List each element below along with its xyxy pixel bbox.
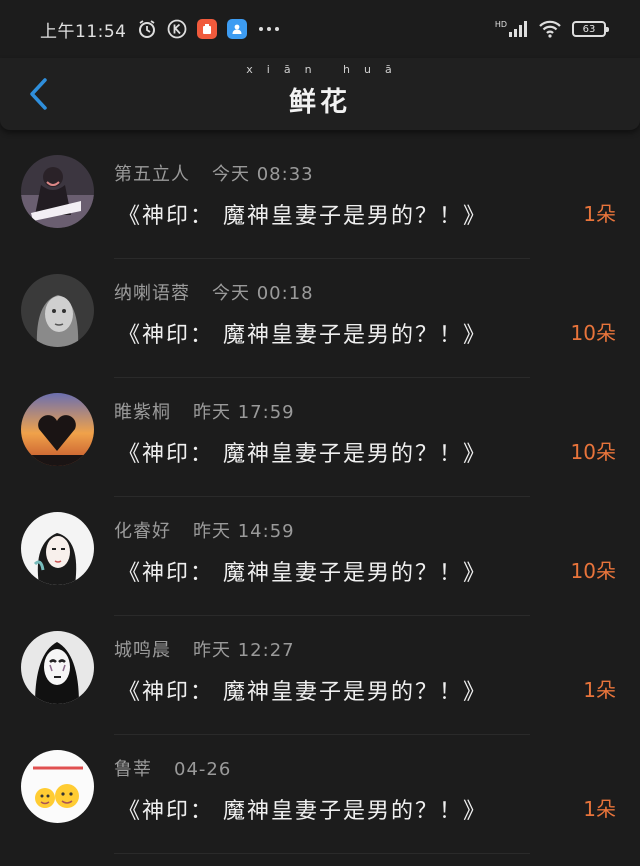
status-bar: 上午11:54 HD 63 [0, 0, 640, 58]
timestamp: 昨天 14:59 [193, 521, 295, 542]
list-item[interactable]: 城鸣晨 昨天 12:27 《神印： 魔神皇妻子是男的？！》 1朵 [0, 616, 640, 735]
flower-count: 10朵 [570, 440, 616, 464]
divider [114, 853, 530, 854]
top-app-bar: xiān huā 鲜花 [0, 58, 640, 130]
flower-count: 10朵 [570, 321, 616, 345]
avatar[interactable] [21, 631, 94, 704]
flower-count: 10朵 [570, 559, 616, 583]
network-label: HD [494, 20, 507, 29]
gift-record-list: 第五立人 今天 08:33 《神印： 魔神皇妻子是男的？！》 1朵 纳喇语蓉 今天 … [0, 140, 640, 854]
avatar[interactable] [21, 750, 94, 823]
wifi-icon [538, 20, 562, 38]
sender-name[interactable]: 化睿好 [114, 521, 171, 542]
list-item[interactable]: 纳喇语蓉 今天 00:18 《神印： 魔神皇妻子是男的？！》 10朵 [0, 259, 640, 378]
list-item[interactable]: 第五立人 今天 08:33 《神印： 魔神皇妻子是男的？！》 1朵 [0, 140, 640, 259]
sender-name[interactable]: 鲁莘 [114, 759, 152, 780]
signal-icon: HD [495, 20, 528, 38]
status-time: 上午11:54 [40, 21, 127, 42]
avatar[interactable] [21, 393, 94, 466]
timestamp: 昨天 12:27 [193, 640, 295, 661]
gift-target-title: 《神印： 魔神皇妻子是男的？！》 [118, 561, 487, 586]
gift-target-title: 《神印： 魔神皇妻子是男的？！》 [118, 204, 487, 229]
timestamp: 今天 00:18 [212, 283, 314, 304]
blue-app-icon [226, 19, 247, 39]
red-app-icon [196, 19, 217, 39]
gift-target-title: 《神印： 魔神皇妻子是男的？！》 [118, 323, 487, 348]
timestamp: 今天 08:33 [212, 164, 314, 185]
gift-target-title: 《神印： 魔神皇妻子是男的？！》 [118, 680, 487, 705]
battery-icon: 63 [572, 21, 609, 37]
flower-count: 1朵 [583, 797, 616, 821]
alarm-icon [137, 19, 157, 39]
list-item[interactable]: 睢紫桐 昨天 17:59 《神印： 魔神皇妻子是男的？！》 10朵 [0, 378, 640, 497]
flower-count: 1朵 [583, 202, 616, 226]
gift-target-title: 《神印： 魔神皇妻子是男的？！》 [118, 799, 487, 824]
avatar[interactable] [21, 155, 94, 228]
more-dots-icon [257, 25, 281, 33]
page-title-pinyin: xiān huā [246, 63, 406, 76]
timestamp: 昨天 17:59 [193, 402, 295, 423]
sender-name[interactable]: 睢紫桐 [114, 402, 171, 423]
sender-name[interactable]: 第五立人 [114, 164, 190, 185]
list-item[interactable]: 化睿好 昨天 14:59 《神印： 魔神皇妻子是男的？！》 10朵 [0, 497, 640, 616]
avatar[interactable] [21, 512, 94, 585]
avatar[interactable] [21, 274, 94, 347]
battery-level: 63 [582, 23, 596, 35]
sender-name[interactable]: 纳喇语蓉 [114, 283, 190, 304]
flower-count: 1朵 [583, 678, 616, 702]
timestamp: 04-26 [174, 759, 232, 780]
gift-target-title: 《神印： 魔神皇妻子是男的？！》 [118, 442, 487, 467]
page-title: 鲜花 [289, 87, 351, 118]
k-app-icon [167, 19, 187, 39]
sender-name[interactable]: 城鸣晨 [114, 640, 171, 661]
list-item[interactable]: 鲁莘 04-26 《神印： 魔神皇妻子是男的？！》 1朵 [0, 735, 640, 854]
